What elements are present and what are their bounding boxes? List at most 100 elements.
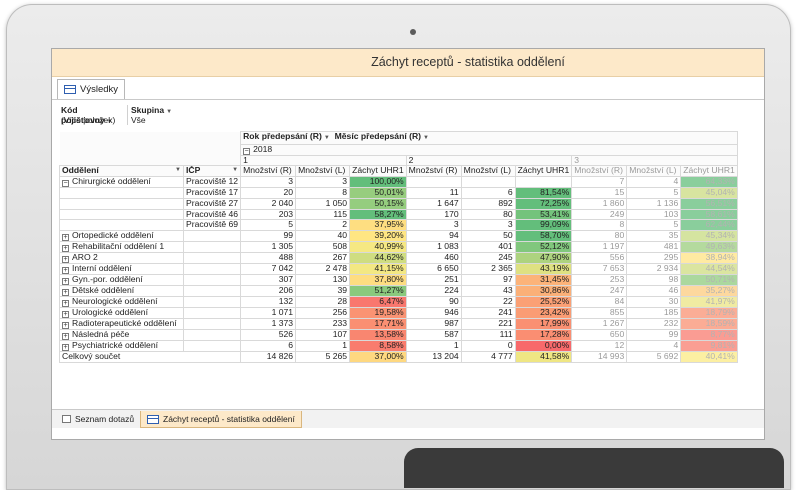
- expand-icon[interactable]: +: [62, 332, 69, 340]
- quantity-cell: 249: [571, 208, 628, 221]
- quantity-cell: 241: [460, 306, 516, 319]
- quantity-cell: [405, 176, 462, 189]
- corner-cell: [59, 155, 241, 166]
- quantity-cell: 80: [571, 229, 628, 242]
- quantity-cell: 307: [240, 273, 297, 286]
- dept-name: Chirurgické oddělení: [72, 176, 151, 187]
- row-header-icp-label: IČP: [186, 165, 201, 176]
- dept-name: Rehabilitační oddělení 1: [72, 241, 165, 251]
- dept-name: Urologické oddělení: [72, 307, 148, 317]
- expand-icon[interactable]: +: [62, 255, 69, 263]
- row-header-dept[interactable]: Oddělení ▼: [59, 165, 184, 178]
- capture-rate-cell: 99,09%: [514, 219, 573, 231]
- quantity-cell: 132: [240, 295, 297, 308]
- col-field-year[interactable]: Rok předepsání (R): [243, 132, 322, 141]
- dept-cell[interactable]: + Gyn.-por. oddělení: [59, 273, 184, 286]
- icp-cell: Pracoviště 27: [182, 197, 242, 210]
- capture-rate-cell: 53,41%: [514, 208, 573, 221]
- quantity-cell: 94: [405, 229, 462, 242]
- quantity-cell: 4: [626, 176, 682, 189]
- icp-cell: Pracoviště 17: [182, 187, 242, 199]
- dept-cell[interactable]: + Následná péče: [59, 328, 184, 341]
- grid-icon: [64, 85, 76, 94]
- quantity-cell: 1 267: [571, 317, 628, 330]
- expand-icon[interactable]: +: [62, 288, 69, 296]
- capture-rate-cell: 17,28%: [514, 328, 573, 341]
- icp-cell: [182, 317, 242, 330]
- expand-icon[interactable]: +: [62, 277, 69, 285]
- filter-group[interactable]: Skupina ▼: [128, 105, 191, 115]
- dept-cell[interactable]: + Interní oddělení: [59, 262, 184, 275]
- dept-cell: [59, 197, 184, 210]
- total-row: Celkový součet 14 826 5 265 37,00% 13 204 4 7…: [58, 350, 738, 363]
- capture-rate-cell: 40,99%: [349, 240, 407, 253]
- quantity-cell: 1 373: [240, 317, 297, 330]
- capture-rate-cell: 81,54%: [514, 187, 573, 199]
- capture-rate-cell: 41,15%: [349, 262, 407, 275]
- tab-query-list-label: Seznam dotazů: [75, 414, 135, 424]
- collapse-icon[interactable]: −: [243, 147, 251, 155]
- tab-results[interactable]: Výsledky: [57, 79, 126, 99]
- filter-insurer-value: (Více položek): [59, 115, 128, 125]
- capture-rate-cell: 37,00%: [349, 350, 407, 363]
- dept-cell[interactable]: + Neurologické oddělení: [59, 295, 184, 308]
- quantity-cell: 1 071: [240, 306, 297, 319]
- filter-insurer[interactable]: Kód pojišťovny ▼: [59, 105, 128, 125]
- corner-cell: [59, 131, 241, 145]
- quantity-cell: 28: [295, 295, 351, 308]
- quantity-cell: 5: [240, 219, 297, 231]
- measure-header: Množství (R): [571, 165, 628, 178]
- dept-name: Psychiatrické oddělení: [72, 340, 158, 350]
- quantity-cell: 130: [295, 273, 351, 286]
- capture-rate-cell: 51,27%: [349, 284, 407, 297]
- capture-rate-cell: 17,71%: [349, 317, 407, 330]
- capture-rate-cell: 0,00%: [514, 339, 573, 352]
- capture-rate-cell: 41,58%: [514, 350, 573, 363]
- capture-rate-cell: 44,54%: [680, 262, 738, 275]
- row-header-icp[interactable]: IČP ▼: [182, 165, 242, 178]
- col-field-month[interactable]: Měsíc předepsání (R): [335, 132, 421, 141]
- dept-cell[interactable]: + Radioterapeutické oddělení: [59, 317, 184, 330]
- dept-cell[interactable]: + ARO 2: [59, 251, 184, 264]
- dropdown-icon: ▼: [175, 167, 181, 174]
- expand-icon[interactable]: +: [62, 299, 69, 307]
- quantity-cell: 90: [405, 295, 462, 308]
- collapse-icon[interactable]: −: [62, 180, 69, 187]
- expand-icon[interactable]: +: [62, 233, 69, 241]
- capture-rate-cell: 25,52%: [514, 295, 573, 308]
- measure-header: Množství (L): [295, 165, 351, 178]
- icp-cell: [182, 295, 242, 308]
- dept-cell[interactable]: − Chirurgické oddělení: [59, 176, 184, 189]
- quantity-cell: 111: [460, 328, 516, 341]
- quantity-cell: 556: [571, 251, 628, 264]
- year-header[interactable]: −2018: [240, 143, 738, 156]
- capture-rate-cell: 31,45%: [514, 273, 573, 286]
- measure-header: Množství (R): [405, 165, 462, 178]
- dept-name: Neurologické oddělení: [72, 296, 158, 306]
- dept-cell[interactable]: + Dětské oddělení: [59, 284, 184, 297]
- quantity-cell: 2 934: [626, 262, 682, 275]
- month-header: 2: [405, 154, 573, 167]
- expand-icon[interactable]: +: [62, 266, 69, 274]
- quantity-cell: 1 197: [571, 240, 628, 253]
- dept-cell[interactable]: + Rehabilitační oddělení 1: [59, 240, 184, 253]
- quantity-cell: 107: [295, 328, 351, 341]
- capture-rate-cell: 37,80%: [349, 273, 407, 286]
- quantity-cell: 84: [571, 295, 628, 308]
- dept-name: Dětské oddělení: [72, 285, 135, 295]
- dept-cell[interactable]: + Ortopedické oddělení: [59, 229, 184, 242]
- column-fields[interactable]: Rok předepsání (R) ▼ Měsíc předepsání (R)…: [240, 131, 738, 145]
- quantity-cell: 2 478: [295, 262, 351, 275]
- tab-prescription-stats[interactable]: Záchyt receptů - statistika oddělení: [140, 411, 302, 428]
- quantity-cell: 15: [571, 187, 628, 199]
- dept-cell[interactable]: + Psychiatrické oddělení: [59, 339, 184, 352]
- tab-query-list[interactable]: Seznam dotazů: [56, 411, 140, 427]
- expand-icon[interactable]: +: [62, 343, 69, 351]
- capture-rate-cell: 49,63%: [680, 240, 738, 253]
- icp-cell: [182, 328, 242, 341]
- expand-icon[interactable]: +: [62, 310, 69, 318]
- dept-cell[interactable]: + Urologické oddělení: [59, 306, 184, 319]
- expand-icon[interactable]: +: [62, 321, 69, 329]
- capture-rate-cell: [514, 176, 573, 189]
- expand-icon[interactable]: +: [62, 244, 69, 252]
